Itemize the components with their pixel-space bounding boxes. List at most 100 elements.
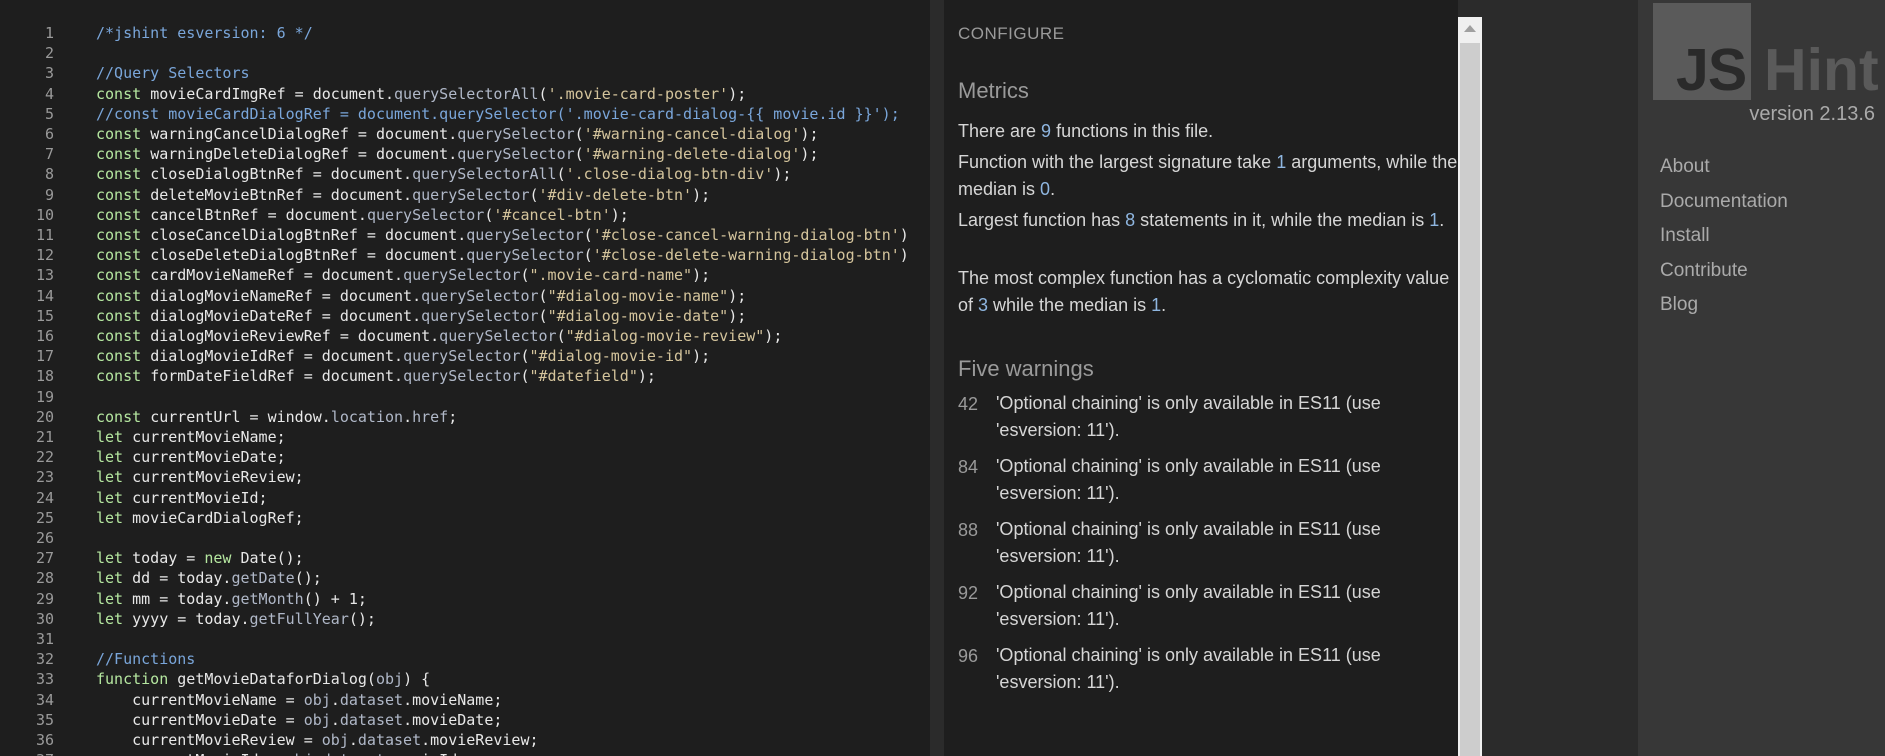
scroll-up-arrow-icon[interactable]: [1458, 17, 1482, 41]
nav-install[interactable]: Install: [1660, 225, 1710, 247]
code-token: const: [96, 327, 151, 345]
code-token: //const movieCardDialogRef = document.qu…: [96, 104, 900, 123]
code-token: querySelector: [457, 145, 575, 164]
code-token: dd = today.: [132, 569, 232, 588]
code-token: let: [96, 468, 133, 487]
code-token: (: [538, 286, 548, 305]
nav-documentation[interactable]: Documentation: [1660, 191, 1788, 213]
code-token: new: [204, 549, 241, 568]
code-token: function: [96, 670, 178, 689]
code-token: let: [96, 609, 133, 628]
metric-complexity: The most complex function has a cyclomat…: [958, 265, 1458, 319]
code-text: let mm = today.getMonth() + 1;: [96, 589, 367, 609]
nav-blog[interactable]: Blog: [1660, 294, 1698, 316]
code-token: Date();: [240, 549, 304, 568]
code-token: const: [96, 226, 151, 244]
scroll-thumb[interactable]: [1460, 43, 1480, 756]
code-token: location: [330, 407, 404, 426]
line-number: 7: [44, 145, 54, 164]
code-token: dataset: [322, 751, 385, 756]
line-number: 22: [35, 448, 54, 467]
warning-line-number[interactable]: 42: [958, 394, 978, 415]
line-number: 31: [35, 630, 54, 648]
code-token: const: [96, 84, 151, 103]
code-token: let: [96, 428, 133, 446]
configure-link[interactable]: CONFIGURE: [958, 24, 1065, 44]
warning-line-number[interactable]: 84: [958, 457, 978, 478]
metric-text: There are: [958, 121, 1042, 141]
code-token: querySelector: [403, 367, 521, 386]
logo-hint-text: Hint: [1764, 37, 1879, 103]
code-token: (: [520, 367, 530, 386]
code-token: dataset: [357, 731, 422, 749]
code-token: .movieReview;: [421, 731, 539, 749]
code-token: querySelector: [421, 286, 539, 305]
code-token: "#datefield": [529, 367, 638, 386]
code-token: dialogMovieIdRef = document.: [150, 347, 404, 366]
warning-message: 'Optional chaining' is only available in…: [996, 582, 1381, 629]
code-token: currentMovieReview;: [132, 468, 304, 487]
nav-about[interactable]: About: [1660, 156, 1710, 178]
line-number: 3: [44, 64, 54, 83]
report-scrollbar[interactable]: [1458, 17, 1482, 756]
code-token: closeCancelDialogBtnRef = document.: [150, 226, 467, 244]
code-token: //Query Selectors: [96, 64, 250, 83]
code-token: .: [403, 407, 413, 426]
line-number: 36: [35, 731, 54, 749]
code-token: obj: [303, 710, 331, 729]
code-token: const: [96, 145, 151, 164]
code-text: const closeCancelDialogBtnRef = document…: [96, 225, 909, 245]
line-number: 25: [35, 508, 54, 527]
line-number: 30: [35, 609, 54, 628]
code-token: href: [412, 407, 449, 426]
code-token: );: [728, 306, 747, 325]
code-token: );: [764, 327, 783, 345]
code-token: const: [96, 286, 151, 305]
line-number: 32: [35, 650, 54, 669]
code-token: getFullYear: [249, 609, 349, 628]
code-text: let currentMovieDate;: [96, 447, 286, 467]
code-text: currentMovieName = obj.dataset.movieName…: [96, 690, 502, 710]
code-token: closeDeleteDialogBtnRef = document.: [150, 246, 467, 265]
code-token: (: [556, 165, 566, 184]
code-token: deleteMovieBtnRef = document.: [150, 185, 413, 204]
code-token: ;: [448, 407, 458, 426]
metric-text: functions in this file.: [1051, 121, 1214, 141]
version-label: version 2.13.6: [1749, 103, 1875, 125]
warning-line-number[interactable]: 92: [958, 583, 978, 604]
code-token: '#warning-cancel-dialog': [583, 125, 801, 143]
code-token: querySelector: [403, 266, 521, 285]
line-number: 6: [44, 125, 54, 143]
code-text: let currentMovieReview;: [96, 467, 304, 487]
line-number: 13: [35, 266, 54, 285]
code-token: const: [96, 266, 151, 285]
line-number: 29: [35, 589, 54, 608]
code-token: obj: [321, 731, 349, 749]
code-token: querySelector: [412, 185, 530, 204]
logo-js-text: JS: [1676, 37, 1747, 103]
code-token: '#div-delete-btn': [538, 185, 693, 204]
code-token: );: [637, 367, 656, 386]
code-token: /*jshint esversion: 6 */: [96, 24, 313, 42]
code-token: );: [692, 347, 711, 366]
warnings-title: Five warnings: [958, 356, 1094, 381]
code-token: let: [96, 508, 133, 527]
code-token: '#close-delete-warning-dialog-btn': [592, 246, 900, 265]
nav-contribute[interactable]: Contribute: [1660, 260, 1748, 282]
code-editor[interactable]: 1 /*jshint esversion: 6 */ 2 3 //Query Selec…: [0, 0, 930, 756]
metric-value: 3: [978, 295, 989, 315]
line-number: 18: [35, 367, 54, 386]
warning-message: 'Optional chaining' is only available in…: [996, 393, 1381, 440]
warning-line-number[interactable]: 88: [958, 520, 978, 541]
code-token: querySelector: [466, 226, 584, 244]
line-number: 14: [35, 286, 54, 305]
warning-line-number[interactable]: 96: [958, 646, 978, 667]
metric-functions: There are 9 functions in this file.: [958, 118, 1458, 145]
code-token: const: [96, 185, 151, 204]
code-token: const: [96, 205, 151, 224]
line-number: 5: [44, 104, 54, 123]
code-token: '#close-cancel-warning-dialog-btn': [592, 226, 900, 244]
line-number: 16: [35, 327, 54, 345]
code-token: (: [583, 226, 593, 244]
code-token: dataset: [339, 710, 404, 729]
